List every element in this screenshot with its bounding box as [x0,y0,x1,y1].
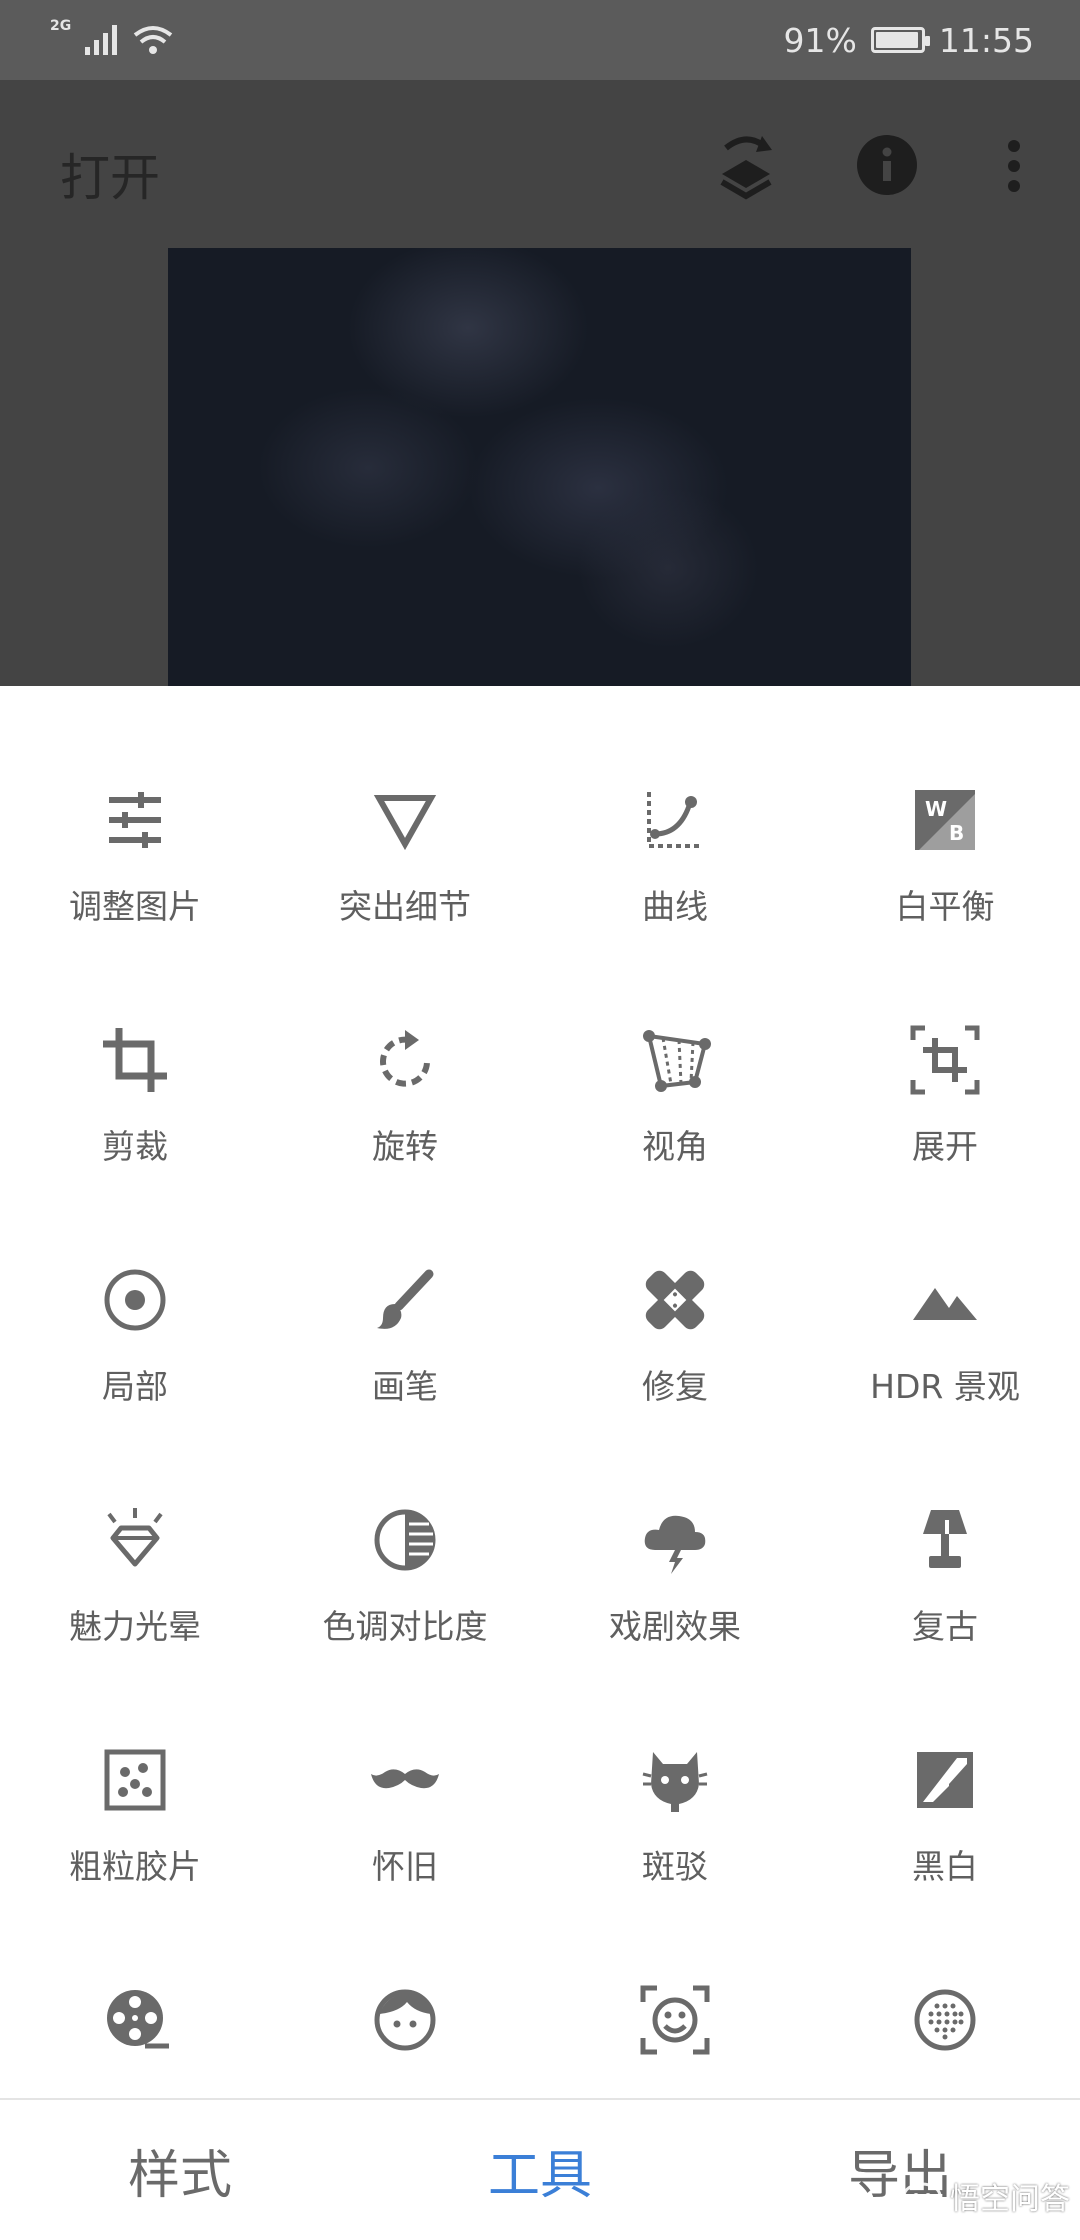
tool-brush[interactable]: 画笔 [270,1226,540,1466]
tool-selective[interactable]: 局部 [0,1226,270,1466]
battery-percent: 91% [783,20,857,60]
tool-glamour-glow[interactable]: 魅力光晕 [0,1466,270,1706]
watermark: 悟空问答 [902,2174,1070,2218]
tool-label: 旋转 [372,1127,438,1166]
healing-icon [645,1270,705,1330]
triangle-details-icon [373,795,437,851]
top-bar: 打开 [0,80,1080,250]
grunge-icon [642,1752,708,1812]
editor-area: 打开 [0,80,1080,686]
bottom-nav: 样式 工具 导出 悟空问答 [0,2098,1080,2240]
tool-grunge[interactable]: 斑驳 [540,1706,810,1946]
tool-label: 复古 [912,1607,978,1646]
tool-label: 黑白 [912,1847,978,1886]
tool-retrolux[interactable]: 怀旧 [270,1706,540,1946]
tool-expand[interactable]: 展开 [810,986,1080,1226]
svg-text:W: W [925,797,947,821]
tool-details[interactable]: 突出细节 [270,746,540,986]
tonal-contrast-icon [374,1509,436,1571]
wifi-icon [134,26,173,54]
tool-label: 画笔 [372,1367,438,1406]
brush-icon [377,1269,434,1329]
tool-label: 视角 [642,1127,708,1166]
rotate-icon [380,1030,430,1087]
black-white-icon [917,1752,973,1808]
tool-label: 修复 [642,1367,708,1406]
layers-swap-icon[interactable] [712,130,780,202]
expand-icon [910,1025,980,1095]
tab-styles[interactable]: 样式 [0,2100,360,2240]
battery-icon [870,27,930,53]
tool-hdr[interactable]: HDR 景观 [810,1226,1080,1466]
info-icon[interactable] [856,134,918,196]
tool-vintage[interactable]: 复古 [810,1466,1080,1706]
dotted-circle-icon [914,1989,976,2051]
tool-crop[interactable]: 剪裁 [0,986,270,1226]
clock: 11:55 [938,20,1034,60]
drama-cloud-icon [644,1515,706,1574]
mustache-icon [371,1769,439,1789]
tool-tonal-contrast[interactable]: 色调对比度 [270,1466,540,1706]
watermark-logo-icon [902,2182,942,2210]
tool-curves[interactable]: 曲线 [540,746,810,986]
photo-preview[interactable] [168,248,911,686]
tool-label: 白平衡 [895,887,995,926]
tool-label: 突出细节 [339,887,471,926]
more-vert-icon[interactable] [1002,138,1026,194]
watermark-text: 悟空问答 [950,2182,1070,2217]
tool-label: 展开 [912,1127,978,1166]
tool-label: 色调对比度 [322,1607,488,1646]
open-button[interactable]: 打开 [60,138,160,210]
crop-icon [103,1028,167,1092]
status-bar: 2G 91% 11:55 [0,0,1080,80]
selective-icon [104,1269,166,1331]
tool-label: 剪裁 [102,1127,168,1166]
tool-label: 粗粒胶片 [69,1847,201,1886]
tab-export[interactable]: 导出 [720,2100,1080,2240]
tool-white-balance[interactable]: W B 白平衡 [810,746,1080,986]
tool-rotate[interactable]: 旋转 [270,986,540,1226]
svg-text:B: B [949,821,964,845]
perspective-icon [643,1030,711,1092]
tune-sliders-icon [109,792,161,848]
tool-drama[interactable]: 戏剧效果 [540,1466,810,1706]
film-reel-icon [107,1990,169,2049]
tool-label: HDR 景观 [870,1367,1020,1406]
tool-label: 调整图片 [69,887,201,926]
vintage-lamp-icon [923,1510,967,1568]
tool-label: 魅力光晕 [69,1607,201,1646]
tool-label: 局部 [102,1367,168,1406]
face-detect-icon [640,1985,710,2055]
glamour-glow-icon [107,1508,163,1567]
tool-healing[interactable]: 修复 [540,1226,810,1466]
tool-label: 斑驳 [642,1847,708,1886]
white-balance-icon: W B [915,790,975,850]
hdr-mountain-icon [913,1288,977,1320]
tool-grainy-film[interactable]: 粗粒胶片 [0,1706,270,1946]
signal-icon [85,25,118,55]
grainy-film-icon [104,1749,166,1811]
tool-label: 怀旧 [372,1847,438,1886]
tool-tune-image[interactable]: 调整图片 [0,746,270,986]
tools-grid: 调整图片 突出细节 曲线 W B 白平衡 剪裁 旋转 视角 展开 局部 画笔 修… [0,746,1080,2186]
tool-perspective[interactable]: 视角 [540,986,810,1226]
tool-label: 戏剧效果 [609,1607,741,1646]
network-type: 2G [50,18,72,34]
tab-tools[interactable]: 工具 [360,2100,720,2240]
face-icon [374,1989,436,2051]
tool-label: 曲线 [642,887,708,926]
curves-icon [647,792,703,848]
tools-sheet: 调整图片 突出细节 曲线 W B 白平衡 剪裁 旋转 视角 展开 局部 画笔 修… [0,686,1080,2098]
tool-black-white[interactable]: 黑白 [810,1706,1080,1946]
